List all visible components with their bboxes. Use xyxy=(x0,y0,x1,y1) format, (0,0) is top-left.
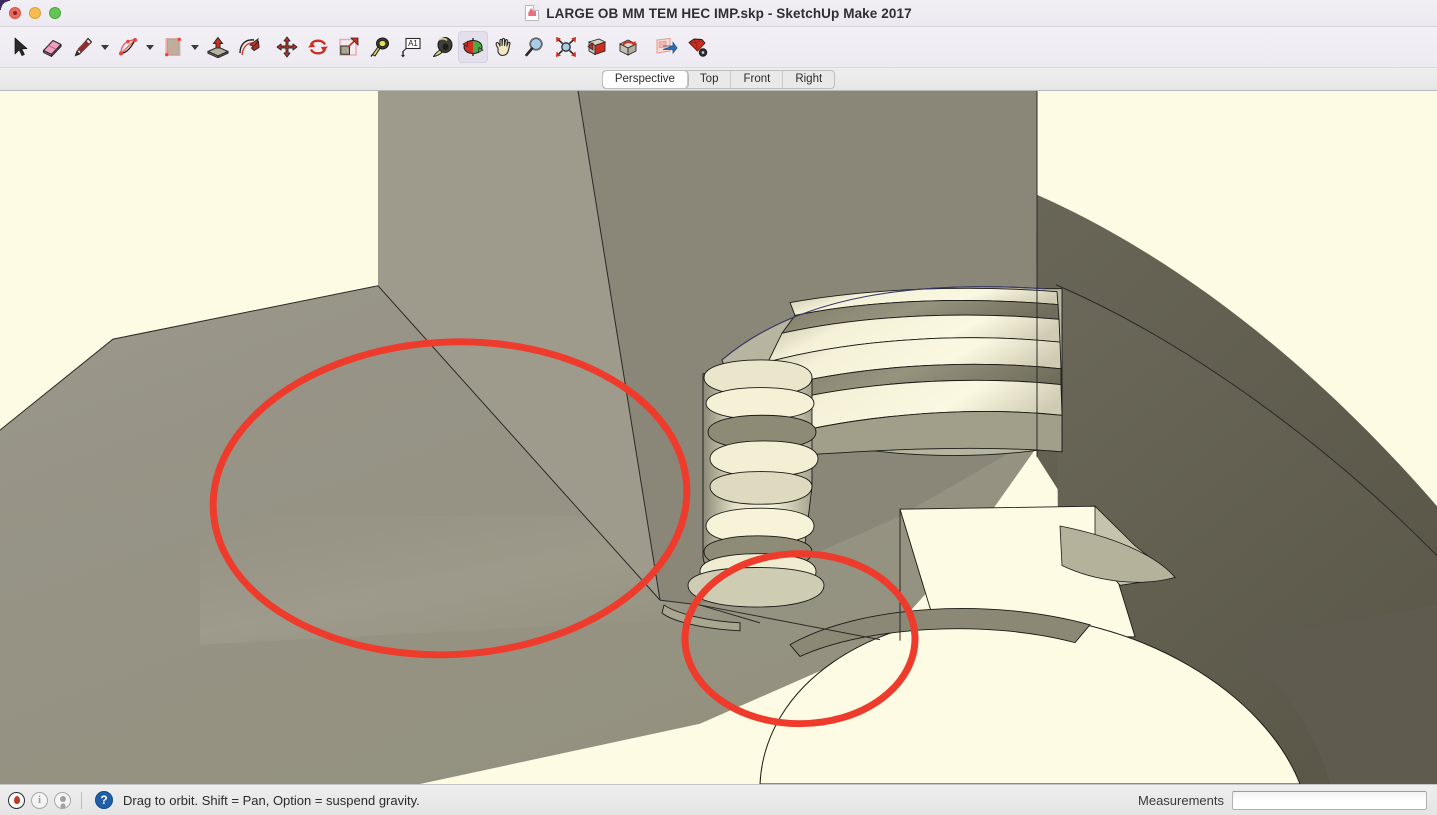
window-controls xyxy=(9,7,61,19)
tab-front[interactable]: Front xyxy=(731,70,784,88)
next-view-tool[interactable] xyxy=(613,31,643,63)
title-center-group: LARGE OB MM TEM HEC IMP.skp - SketchUp M… xyxy=(0,0,1437,26)
orbit-tool[interactable] xyxy=(458,31,488,63)
status-icon-group: i ? xyxy=(8,791,113,809)
maximize-button[interactable] xyxy=(49,7,61,19)
extension-warehouse-tool[interactable] xyxy=(682,31,712,63)
follow-me-tool[interactable] xyxy=(234,31,264,63)
zoom-extents-tool[interactable] xyxy=(551,31,581,63)
line-tool[interactable] xyxy=(68,31,98,63)
window-title: LARGE OB MM TEM HEC IMP.skp - SketchUp M… xyxy=(546,5,912,21)
model-info-icon[interactable]: i xyxy=(31,791,48,809)
push-pull-tool[interactable] xyxy=(203,31,233,63)
minimize-button[interactable] xyxy=(29,7,41,19)
sketchup-window: LARGE OB MM TEM HEC IMP.skp - SketchUp M… xyxy=(0,0,1437,815)
skp-document-icon xyxy=(525,5,540,21)
text-tool[interactable]: A1 xyxy=(396,31,426,63)
close-button[interactable] xyxy=(9,7,21,19)
help-icon[interactable]: ? xyxy=(95,791,113,809)
model-viewport[interactable] xyxy=(0,91,1437,784)
measurements-input[interactable] xyxy=(1232,790,1427,810)
status-hint-text: Drag to orbit. Shift = Pan, Option = sus… xyxy=(123,792,420,808)
move-tool[interactable] xyxy=(272,31,302,63)
sketchup-model-render xyxy=(0,91,1437,784)
measurements-label: Measurements xyxy=(1138,792,1224,808)
view-segmented-control: Perspective Top Front Right xyxy=(601,69,836,89)
rectangle-tool[interactable] xyxy=(158,31,188,63)
3d-warehouse-tool[interactable] xyxy=(651,31,681,63)
line-tool-dropdown[interactable] xyxy=(99,31,111,63)
pan-tool[interactable] xyxy=(489,31,519,63)
title-bar: LARGE OB MM TEM HEC IMP.skp - SketchUp M… xyxy=(0,0,1437,27)
previous-view-tool[interactable] xyxy=(582,31,612,63)
select-tool[interactable] xyxy=(6,31,36,63)
tab-perspective[interactable]: Perspective xyxy=(602,70,688,88)
zoom-tool[interactable] xyxy=(520,31,550,63)
paint-bucket-tool[interactable] xyxy=(427,31,457,63)
scale-tool[interactable] xyxy=(334,31,364,63)
arc-tool[interactable] xyxy=(113,31,143,63)
account-icon[interactable] xyxy=(54,791,71,809)
main-toolbar: A1 xyxy=(0,27,1437,68)
tab-right[interactable]: Right xyxy=(783,71,834,88)
tab-top[interactable]: Top xyxy=(688,70,732,88)
view-tab-bar: Perspective Top Front Right xyxy=(0,68,1437,91)
eraser-tool[interactable] xyxy=(37,31,67,63)
svg-text:A1: A1 xyxy=(408,39,418,48)
geo-location-icon[interactable] xyxy=(8,791,25,809)
tape-measure-tool[interactable] xyxy=(365,31,395,63)
measurements-group: Measurements xyxy=(1138,785,1427,815)
arc-tool-dropdown[interactable] xyxy=(144,31,156,63)
3d-model-scene xyxy=(0,91,1437,784)
rectangle-tool-dropdown[interactable] xyxy=(189,31,201,63)
status-bar: i ? Drag to orbit. Shift = Pan, Option =… xyxy=(0,784,1437,815)
status-divider xyxy=(81,791,82,809)
rotate-tool[interactable] xyxy=(303,31,333,63)
